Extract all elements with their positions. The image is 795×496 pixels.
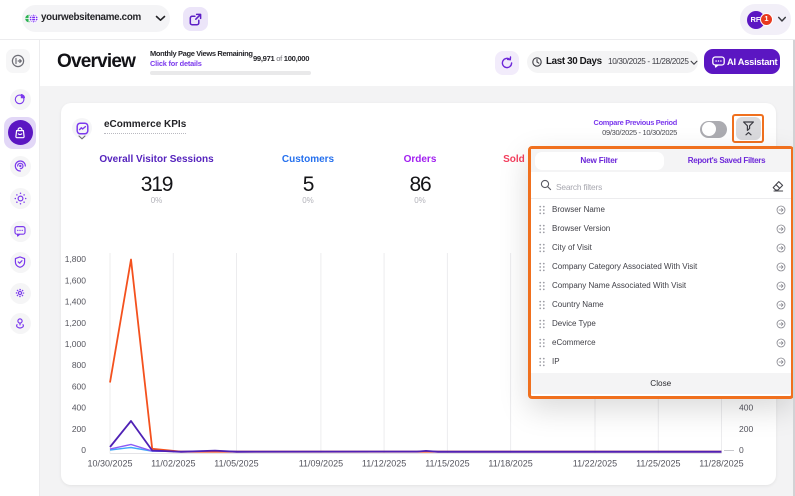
svg-text:11/25/2025: 11/25/2025 (636, 459, 680, 469)
svg-text:400: 400 (739, 403, 753, 413)
svg-text:200: 200 (72, 424, 86, 434)
svg-text:1,000: 1,000 (65, 339, 87, 349)
svg-text:1,200: 1,200 (65, 318, 87, 328)
svg-text:10/30/2025: 10/30/2025 (87, 459, 132, 469)
svg-text:0: 0 (81, 445, 86, 455)
svg-text:1,600: 1,600 (65, 275, 87, 285)
svg-text:11/05/2025: 11/05/2025 (214, 459, 258, 469)
svg-text:1,400: 1,400 (65, 297, 87, 307)
svg-text:200: 200 (739, 424, 753, 434)
svg-text:600: 600 (72, 381, 86, 391)
svg-text:11/28/2025: 11/28/2025 (699, 459, 743, 469)
svg-text:11/02/2025: 11/02/2025 (151, 459, 195, 469)
svg-text:800: 800 (72, 360, 86, 370)
svg-text:0: 0 (739, 445, 744, 455)
svg-text:11/18/2025: 11/18/2025 (488, 459, 532, 469)
svg-text:400: 400 (72, 403, 86, 413)
svg-text:11/15/2025: 11/15/2025 (425, 459, 469, 469)
svg-text:11/22/2025: 11/22/2025 (573, 459, 617, 469)
svg-text:11/09/2025: 11/09/2025 (299, 459, 343, 469)
svg-text:11/12/2025: 11/12/2025 (362, 459, 406, 469)
svg-text:1,800: 1,800 (65, 254, 87, 264)
